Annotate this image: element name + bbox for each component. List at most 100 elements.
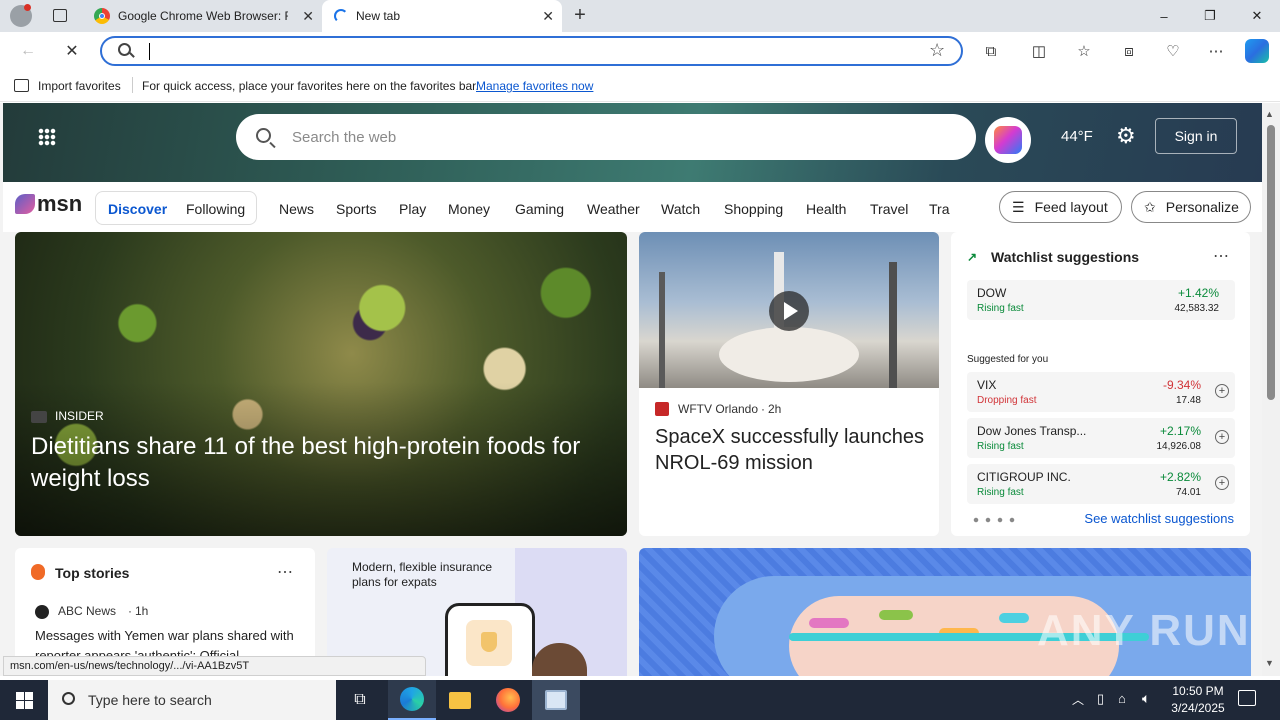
- tab-new-tab[interactable]: New tab ✕: [322, 0, 562, 32]
- tab-title: Google Chrome Web Browser: Fi: [118, 9, 288, 23]
- status-url: msn.com/en-us/news/technology/.../vi-AA1…: [10, 660, 250, 672]
- add-to-watchlist-icon[interactable]: +: [1215, 430, 1229, 444]
- ticker-change: +2.82%: [1159, 470, 1201, 484]
- status-bubble: msn.com/en-us/news/technology/.../vi-AA1…: [3, 656, 426, 676]
- sign-in-label: Sign in: [1174, 128, 1218, 144]
- stop-loading-button[interactable]: ✕: [58, 38, 86, 64]
- sign-in-button[interactable]: Sign in: [1155, 118, 1237, 154]
- watchlist-item[interactable]: CITIGROUP INC. Rising fast +2.82% 74.01 …: [967, 464, 1235, 504]
- msn-logo[interactable]: msn: [15, 191, 82, 217]
- personalize-button[interactable]: ✩ Personalize: [1131, 191, 1251, 223]
- wftv-logo: [655, 402, 669, 416]
- collections-icon[interactable]: ⧈: [1118, 40, 1140, 62]
- tab-close-icon[interactable]: ✕: [302, 8, 314, 25]
- watchlist-item[interactable]: DOW Rising fast +1.42% 42,583.32: [967, 280, 1235, 320]
- feed-layout-button[interactable]: ☰ Feed layout: [999, 191, 1122, 223]
- video-thumbnail[interactable]: [639, 232, 939, 388]
- web-search-box[interactable]: Search the web: [236, 114, 976, 160]
- publisher-logo: [31, 411, 47, 423]
- scrollbar[interactable]: ▲ ▼: [1262, 103, 1280, 676]
- nav-travel[interactable]: Travel: [870, 201, 908, 217]
- ticker-name: DOW: [977, 286, 1007, 300]
- nav-more[interactable]: Tra: [929, 201, 951, 217]
- file-explorer-icon[interactable]: [436, 680, 484, 720]
- tab-title: New tab: [356, 9, 401, 23]
- nav-play[interactable]: Play: [399, 201, 426, 217]
- task-view-icon[interactable]: ⧉: [336, 680, 384, 720]
- toolbar: ← ✕ ☆ ⧉ ◫ ☆ ⧈ ♡ ⋯: [0, 32, 1280, 70]
- feed-layout-label: Feed layout: [1034, 199, 1108, 215]
- temperature[interactable]: 44°F: [1061, 128, 1093, 145]
- new-tab-button[interactable]: +: [570, 5, 590, 25]
- nav-weather[interactable]: Weather: [587, 201, 640, 217]
- loading-icon: [334, 9, 348, 23]
- favorites-icon[interactable]: ☆: [1073, 40, 1095, 62]
- chevron-up-icon[interactable]: ︿: [1072, 691, 1084, 708]
- nav-money[interactable]: Money: [448, 201, 490, 217]
- watchlist-more-icon[interactable]: ⋯: [1213, 246, 1229, 266]
- profile-avatar[interactable]: [10, 4, 32, 27]
- minimize-button[interactable]: –: [1141, 0, 1187, 32]
- nav-sports[interactable]: Sports: [336, 201, 376, 217]
- clock-date[interactable]: 3/24/2025: [1166, 701, 1230, 715]
- battery-icon[interactable]: ▯: [1097, 691, 1104, 707]
- watchlist-item[interactable]: Dow Jones Transp... Rising fast +2.17% 1…: [967, 418, 1235, 458]
- video-story-card[interactable]: WFTV Orlando · 2h SpaceX successfully la…: [639, 232, 939, 536]
- settings-gear-icon[interactable]: ⚙: [1116, 123, 1136, 149]
- carousel-dots[interactable]: [970, 517, 1020, 523]
- illustration-card[interactable]: ANY RUN: [639, 548, 1251, 676]
- star-pen-icon: ✩: [1144, 198, 1156, 215]
- import-favorites-button[interactable]: Import favorites: [38, 79, 121, 93]
- close-window-button[interactable]: ✕: [1234, 0, 1280, 32]
- nav-news[interactable]: News: [279, 201, 314, 217]
- network-icon[interactable]: ⌂: [1118, 691, 1126, 706]
- volume-icon[interactable]: 🔈︎: [1142, 690, 1150, 707]
- add-to-watchlist-icon[interactable]: +: [1215, 476, 1229, 490]
- msn-logo-text: msn: [37, 191, 83, 216]
- top-stories-more-icon[interactable]: ⋯: [277, 562, 293, 582]
- tab-discover[interactable]: Discover: [108, 201, 167, 217]
- nav-shopping[interactable]: Shopping: [724, 201, 783, 217]
- hero-story-card[interactable]: INSIDER Dietitians share 11 of the best …: [15, 232, 627, 536]
- video-headline[interactable]: SpaceX successfully launches NROL-69 mis…: [655, 424, 930, 476]
- ticker-status: Rising fast: [977, 441, 1024, 452]
- active-app-icon[interactable]: [532, 680, 580, 720]
- copilot-avatar-icon[interactable]: [985, 117, 1031, 163]
- extensions-icon[interactable]: ⧉: [980, 40, 1002, 62]
- search-placeholder: Search the web: [292, 129, 397, 146]
- tab-following[interactable]: Following: [186, 201, 245, 217]
- browser-essentials-icon[interactable]: ♡: [1162, 40, 1184, 62]
- manage-favorites-link[interactable]: Manage favorites now: [476, 79, 593, 93]
- clock-time[interactable]: 10:50 PM: [1170, 684, 1226, 698]
- suggested-label: Suggested for you: [967, 354, 1049, 365]
- edge-taskbar-icon[interactable]: [388, 680, 436, 720]
- more-options-icon[interactable]: ⋯: [1205, 40, 1227, 62]
- copilot-icon[interactable]: [1245, 39, 1269, 63]
- tab-actions-icon[interactable]: [53, 9, 67, 22]
- ticker-value: 74.01: [1175, 487, 1201, 498]
- see-watchlist-link[interactable]: See watchlist suggestions: [1084, 511, 1234, 526]
- nav-watch[interactable]: Watch: [661, 201, 700, 217]
- scrollbar-thumb[interactable]: [1267, 125, 1275, 400]
- back-button[interactable]: ←: [14, 38, 42, 64]
- tab-chrome[interactable]: Google Chrome Web Browser: Fi ✕: [84, 0, 322, 32]
- notification-icon[interactable]: [1238, 690, 1256, 706]
- add-to-watchlist-icon[interactable]: +: [1215, 384, 1229, 398]
- tab-close-icon[interactable]: ✕: [542, 8, 554, 25]
- start-button[interactable]: [0, 680, 48, 720]
- play-icon[interactable]: [769, 291, 809, 331]
- restore-button[interactable]: ❐: [1187, 0, 1233, 32]
- hero-banner: Search the web 44°F ⚙ Sign in: [3, 103, 1262, 182]
- split-screen-icon[interactable]: ◫: [1028, 40, 1050, 62]
- apps-launcher-icon[interactable]: [38, 128, 56, 146]
- nav-health[interactable]: Health: [806, 201, 846, 217]
- watchlist-item[interactable]: VIX Dropping fast -9.34% 17.48 +: [967, 372, 1235, 412]
- favorite-star-icon[interactable]: ☆: [929, 40, 945, 61]
- windows-icon: [15, 691, 33, 709]
- hero-headline[interactable]: Dietitians share 11 of the best high-pro…: [31, 431, 621, 495]
- taskbar-search-box[interactable]: Type here to search: [48, 680, 336, 720]
- nav-gaming[interactable]: Gaming: [515, 201, 564, 217]
- address-bar[interactable]: ☆: [100, 36, 963, 66]
- watchlist-title: Watchlist suggestions: [991, 249, 1140, 265]
- firefox-icon[interactable]: [484, 680, 532, 720]
